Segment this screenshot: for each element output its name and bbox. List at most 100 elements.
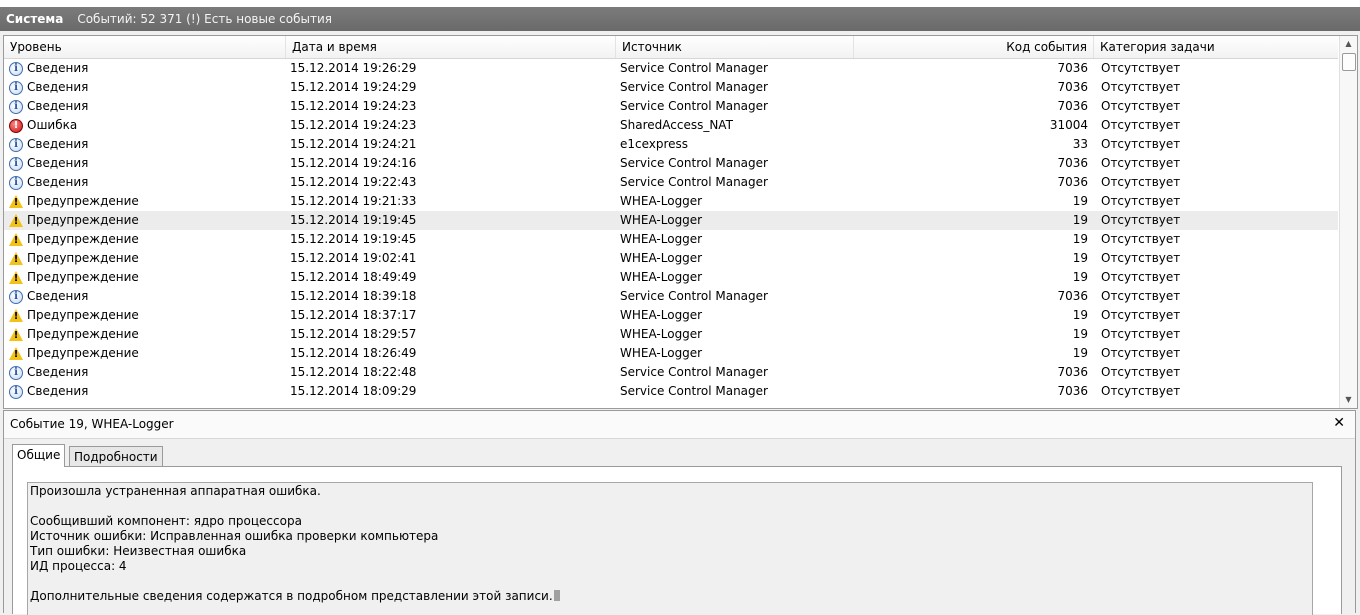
event-code: 19 bbox=[1072, 327, 1088, 341]
event-level-label: Сведения bbox=[27, 156, 89, 170]
event-row[interactable]: ! Предупреждение 15.12.2014 18:49:49 WHEA-L… bbox=[4, 268, 1338, 287]
tab-general[interactable]: Общие bbox=[12, 444, 66, 467]
warning-icon: ! bbox=[9, 328, 23, 341]
column-level[interactable]: Уровень bbox=[4, 36, 286, 58]
event-code: 7036 bbox=[1057, 156, 1088, 170]
description-line: Сообщивший компонент: ядро процессора bbox=[30, 514, 302, 528]
event-source: WHEA-Logger bbox=[620, 232, 703, 246]
event-row[interactable]: ! Предупреждение 15.12.2014 18:37:17 WHEA-L… bbox=[4, 306, 1338, 325]
close-icon[interactable]: ✕ bbox=[1333, 415, 1345, 431]
event-level-label: Сведения bbox=[27, 384, 89, 398]
description-line bbox=[30, 499, 1310, 514]
event-description[interactable]: Произошла устраненная аппаратная ошибка.… bbox=[27, 482, 1313, 615]
event-code: 33 bbox=[1072, 137, 1088, 151]
tab-details[interactable]: Подробности bbox=[69, 446, 163, 466]
column-source[interactable]: Источник bbox=[616, 36, 854, 58]
event-code: 19 bbox=[1072, 346, 1088, 360]
event-row[interactable]: i Сведения 15.12.2014 19:24:29 Service Cont… bbox=[4, 78, 1338, 97]
event-level: i Сведения bbox=[9, 173, 88, 192]
description-line: Тип ошибки: Неизвестная ошибка bbox=[30, 544, 247, 558]
event-category: Отсутствует bbox=[1101, 156, 1181, 170]
event-source: Service Control Manager bbox=[620, 80, 768, 94]
description-line bbox=[30, 574, 1310, 589]
event-level-label: Предупреждение bbox=[27, 232, 139, 246]
event-source: Service Control Manager bbox=[620, 175, 768, 189]
event-row[interactable]: i Сведения 15.12.2014 19:24:23 Service Cont… bbox=[4, 97, 1338, 116]
event-row[interactable]: ! Ошибка 15.12.2014 19:24:23 SharedAccess_N… bbox=[4, 116, 1338, 135]
description-line: ИД процесса: 4 bbox=[30, 559, 127, 573]
event-source: WHEA-Logger bbox=[620, 327, 703, 341]
warning-icon: ! bbox=[9, 214, 23, 227]
event-row[interactable]: ! Предупреждение 15.12.2014 19:21:33 WHEA-L… bbox=[4, 192, 1338, 211]
event-level: ! Предупреждение bbox=[9, 192, 139, 211]
event-level: i Сведения bbox=[9, 135, 88, 154]
warning-icon: ! bbox=[9, 252, 23, 265]
event-code: 7036 bbox=[1057, 99, 1088, 113]
info-icon: i bbox=[9, 99, 23, 114]
event-source: Service Control Manager bbox=[620, 365, 768, 379]
event-source: Service Control Manager bbox=[620, 289, 768, 303]
event-level: ! Предупреждение bbox=[9, 230, 139, 249]
info-icon: i bbox=[9, 384, 23, 399]
scroll-down-icon[interactable]: ▼ bbox=[1340, 392, 1357, 408]
event-rows: i Сведения 15.12.2014 19:26:29 Service Cont… bbox=[4, 59, 1338, 401]
event-row[interactable]: ! Предупреждение 15.12.2014 19:19:45 WHEA-L… bbox=[4, 230, 1338, 249]
event-datetime: 15.12.2014 18:39:18 bbox=[290, 289, 417, 303]
event-datetime: 15.12.2014 19:24:16 bbox=[290, 156, 417, 170]
warning-icon: ! bbox=[9, 233, 23, 246]
scroll-up-icon[interactable]: ▲ bbox=[1340, 36, 1357, 52]
event-source: Service Control Manager bbox=[620, 99, 768, 113]
event-row[interactable]: ! Предупреждение 15.12.2014 18:26:49 WHEA-L… bbox=[4, 344, 1338, 363]
event-datetime: 15.12.2014 19:02:41 bbox=[290, 251, 417, 265]
column-category[interactable]: Категория задачи bbox=[1094, 36, 1338, 58]
detail-header: Событие 19, WHEA-Logger ✕ bbox=[4, 411, 1355, 439]
event-category: Отсутствует bbox=[1101, 308, 1181, 322]
scroll-thumb[interactable] bbox=[1342, 53, 1356, 71]
event-code: 7036 bbox=[1057, 61, 1088, 75]
event-level: ! Предупреждение bbox=[9, 344, 139, 363]
info-icon: i bbox=[9, 80, 23, 95]
event-row[interactable]: i Сведения 15.12.2014 18:09:29 Service Cont… bbox=[4, 382, 1338, 401]
event-datetime: 15.12.2014 18:26:49 bbox=[290, 346, 417, 360]
event-row[interactable]: i Сведения 15.12.2014 19:24:21 e1cexpress 33… bbox=[4, 135, 1338, 154]
event-source: Service Control Manager bbox=[620, 384, 768, 398]
event-level-label: Сведения bbox=[27, 61, 89, 75]
event-source: WHEA-Logger bbox=[620, 213, 703, 227]
event-source: WHEA-Logger bbox=[620, 308, 703, 322]
event-list[interactable]: Уровень Дата и время Источник Код событи… bbox=[3, 35, 1358, 409]
info-icon: i bbox=[9, 175, 23, 190]
event-code: 7036 bbox=[1057, 289, 1088, 303]
vertical-scrollbar[interactable]: ▲ ▼ bbox=[1339, 36, 1357, 408]
event-row[interactable]: i Сведения 15.12.2014 19:24:16 Service Cont… bbox=[4, 154, 1338, 173]
event-row[interactable]: i Сведения 15.12.2014 18:22:48 Service Cont… bbox=[4, 363, 1338, 382]
event-level: ! Предупреждение bbox=[9, 268, 139, 287]
description-text: Дополнительные сведения содержатся в под… bbox=[30, 589, 553, 603]
event-datetime: 15.12.2014 19:22:43 bbox=[290, 175, 417, 189]
event-category: Отсутствует bbox=[1101, 232, 1181, 246]
event-level-label: Сведения bbox=[27, 175, 89, 189]
event-level-label: Сведения bbox=[27, 365, 89, 379]
event-row[interactable]: i Сведения 15.12.2014 19:26:29 Service Cont… bbox=[4, 59, 1338, 78]
column-code[interactable]: Код события bbox=[854, 36, 1094, 58]
event-category: Отсутствует bbox=[1101, 80, 1181, 94]
column-datetime[interactable]: Дата и время bbox=[286, 36, 616, 58]
event-datetime: 15.12.2014 19:26:29 bbox=[290, 61, 417, 75]
event-row[interactable]: ! Предупреждение 15.12.2014 18:29:57 WHEA-L… bbox=[4, 325, 1338, 344]
event-row[interactable]: i Сведения 15.12.2014 19:22:43 Service Cont… bbox=[4, 173, 1338, 192]
event-row[interactable]: ! Предупреждение 15.12.2014 19:02:41 WHEA-L… bbox=[4, 249, 1338, 268]
event-code: 19 bbox=[1072, 194, 1088, 208]
event-level: ! Предупреждение bbox=[9, 249, 139, 268]
event-level-label: Предупреждение bbox=[27, 308, 139, 322]
info-icon: i bbox=[9, 156, 23, 171]
event-category: Отсутствует bbox=[1101, 270, 1181, 284]
event-datetime: 15.12.2014 18:49:49 bbox=[290, 270, 417, 284]
event-category: Отсутствует bbox=[1101, 365, 1181, 379]
event-level-label: Предупреждение bbox=[27, 346, 139, 360]
event-row[interactable]: i Сведения 15.12.2014 18:39:18 Service Cont… bbox=[4, 287, 1338, 306]
event-category: Отсутствует bbox=[1101, 99, 1181, 113]
event-datetime: 15.12.2014 19:24:29 bbox=[290, 80, 417, 94]
event-level-label: Предупреждение bbox=[27, 251, 139, 265]
event-level: i Сведения bbox=[9, 382, 88, 401]
event-row[interactable]: ! Предупреждение 15.12.2014 19:19:45 WHEA-L… bbox=[4, 211, 1338, 230]
error-icon: ! bbox=[9, 118, 23, 133]
